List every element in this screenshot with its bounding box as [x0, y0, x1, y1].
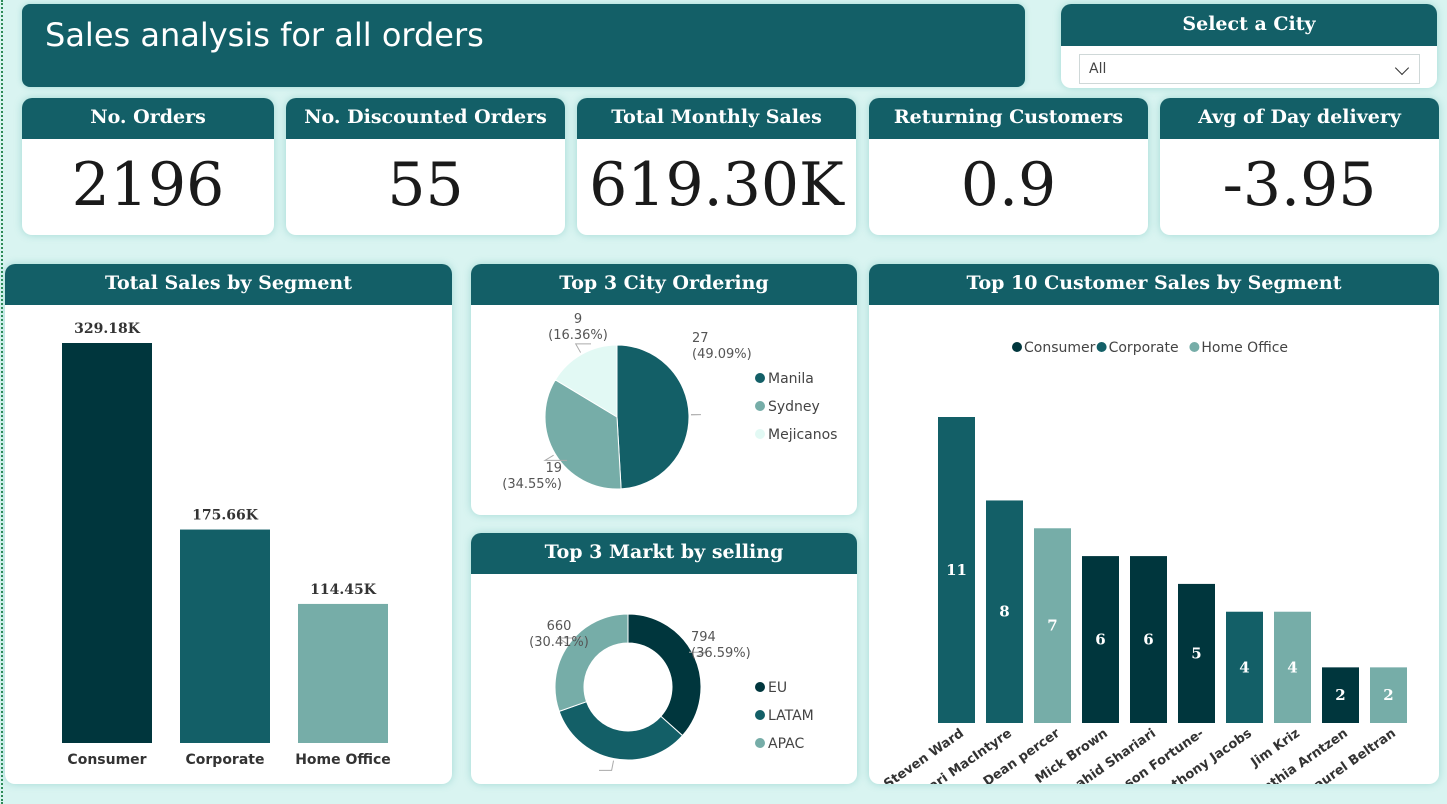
legend-marker: [755, 682, 765, 692]
legend-marker: [755, 738, 765, 748]
data-label-percent: (36.59%): [691, 646, 751, 661]
data-label-percent: (30.41%): [529, 635, 589, 650]
legend-label: Sydney: [768, 399, 820, 415]
kpi-label: No. Discounted Orders: [286, 98, 565, 139]
data-label-percent: (49.09%): [692, 347, 752, 362]
leader-line: [599, 760, 615, 771]
legend-marker: [1189, 342, 1200, 352]
kpi-label: Returning Customers: [869, 98, 1148, 139]
page-edge-divider: [1, 0, 3, 804]
data-label: 9: [574, 312, 582, 327]
data-label: 6: [1143, 631, 1153, 649]
kpi-label: Avg of Day delivery: [1160, 98, 1439, 139]
customer-bar-chart: Consumer Corporate Home Office11Steven War…: [881, 340, 1407, 784]
data-label-percent: (34.55%): [502, 477, 562, 492]
market-donut-chart: 794(36.59%)716(33%)660(30.41%)EULATAMAPA…: [529, 613, 814, 771]
chevron-down-icon[interactable]: [1394, 60, 1410, 76]
kpi-card-avg-delivery: Avg of Day delivery -3.95: [1160, 98, 1439, 235]
bar: [62, 343, 152, 743]
data-label-percent: (16.36%): [548, 328, 608, 343]
city-slicer-title: Select a City: [1061, 4, 1437, 46]
data-label: 7: [1047, 617, 1057, 635]
chart-title: Top 10 Customer Sales by Segment: [869, 264, 1439, 305]
legend-label: Home Office: [1201, 340, 1288, 356]
data-label: 8: [999, 603, 1009, 621]
customer-sales-card: Top 10 Customer Sales by Segment Consume…: [869, 264, 1439, 784]
city-dropdown[interactable]: All: [1079, 54, 1420, 84]
pie-slice: [558, 701, 684, 761]
data-label: 175.66K: [192, 508, 259, 524]
chart-title: Top 3 City Ordering: [471, 264, 857, 305]
legend-label: Mejicanos: [768, 427, 837, 443]
legend-marker: [1012, 342, 1022, 352]
legend-label: APAC: [768, 736, 804, 752]
kpi-card-orders: No. Orders 2196: [22, 98, 274, 235]
header-banner: Sales analysis for all orders: [22, 4, 1025, 87]
kpi-value: 2196: [71, 150, 225, 220]
data-label: 5: [1191, 644, 1201, 662]
kpi-label: Total Monthly Sales: [577, 98, 856, 139]
kpi-value: 619.30K: [589, 150, 844, 220]
kpi-card-returning-customers: Returning Customers 0.9: [869, 98, 1148, 235]
legend-marker: [755, 429, 765, 439]
legend-marker: [755, 401, 765, 411]
city-pie-chart: 27(49.09%) 19(34.55%) 9(16.36%) Manila Sydne…: [502, 312, 837, 492]
x-tick-label: Home Office: [295, 752, 391, 768]
legend-marker: [755, 373, 765, 383]
segment-sales-card: Total Sales by Segment 329.18K Consumer 17…: [5, 264, 452, 784]
data-label: 4: [1239, 658, 1249, 676]
legend-label: Consumer: [1024, 340, 1096, 356]
page-title: Sales analysis for all orders: [45, 16, 484, 54]
chart-title: Top 3 Markt by selling: [471, 533, 857, 574]
city-slicer: Select a City All: [1061, 4, 1437, 88]
data-label: 27: [692, 331, 709, 346]
data-label: 11: [946, 561, 967, 579]
legend-marker: [1096, 342, 1107, 352]
legend-label: Manila: [768, 371, 814, 387]
market-donut-card: Top 3 Markt by selling 794(36.59%)716(33…: [471, 533, 857, 784]
bar: [298, 603, 388, 743]
legend-label: EU: [768, 680, 787, 696]
legend-label: Corporate: [1109, 340, 1179, 356]
kpi-value: -3.95: [1222, 150, 1377, 220]
data-label: 4: [1287, 658, 1297, 676]
kpi-value: 55: [387, 150, 464, 220]
pie-slice: [616, 344, 690, 490]
x-tick-label: Corporate: [186, 752, 265, 768]
kpi-label: No. Orders: [22, 98, 274, 139]
city-pie-card: Top 3 City Ordering 27 (49.09%) 19 (34.55%)…: [471, 264, 857, 515]
city-dropdown-value: All: [1089, 61, 1107, 77]
kpi-card-discounted-orders: No. Discounted Orders 55: [286, 98, 565, 235]
data-label: 2: [1383, 686, 1393, 704]
legend-marker: [755, 710, 765, 720]
legend-label: LATAM: [768, 708, 814, 724]
data-label: 19: [545, 461, 562, 476]
data-label: 329.18K: [74, 321, 141, 337]
data-label: 794: [691, 630, 716, 645]
data-label: 114.45K: [310, 582, 377, 598]
kpi-card-monthly-sales: Total Monthly Sales 619.30K: [577, 98, 856, 235]
data-label: 2: [1335, 686, 1345, 704]
data-label: 6: [1095, 631, 1105, 649]
segment-bar-chart: 329.18K Consumer 175.66K Corporate 114.45K Ho…: [62, 321, 391, 768]
bar: [180, 529, 270, 743]
data-label: 660: [547, 619, 572, 634]
kpi-value: 0.9: [960, 150, 1057, 220]
x-tick-label: Consumer: [67, 752, 146, 768]
chart-title: Total Sales by Segment: [5, 264, 452, 305]
